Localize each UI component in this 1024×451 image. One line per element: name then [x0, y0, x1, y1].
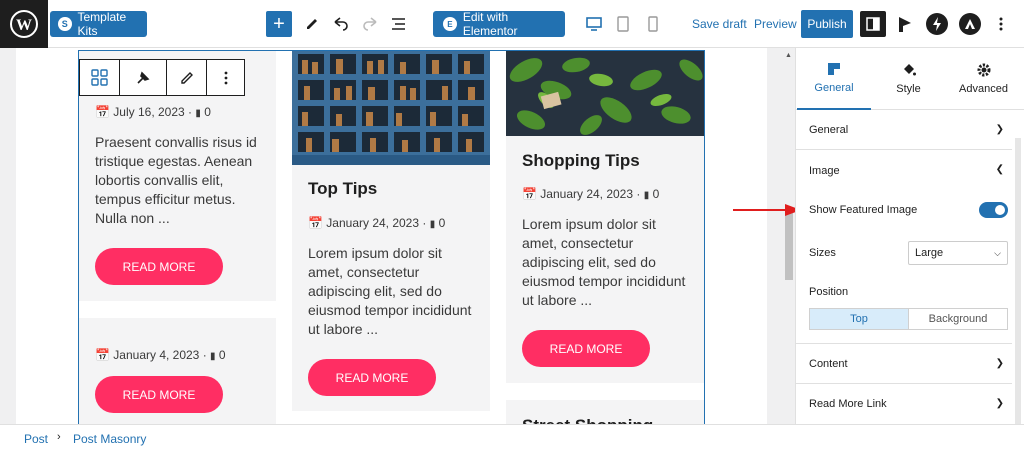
show-featured-image-label: Show Featured Image — [809, 204, 918, 216]
position-option-top[interactable]: Top — [809, 308, 909, 330]
drag-handle-icon[interactable] — [120, 60, 167, 95]
tab-general[interactable]: General — [797, 48, 871, 110]
bolt-plugin-icon[interactable] — [926, 13, 948, 35]
wordpress-logo-icon[interactable]: W — [0, 0, 48, 48]
tab-style[interactable]: Style — [871, 48, 946, 110]
editor-top-bar: W S Template Kits + E Edit with Elemento… — [0, 0, 1024, 48]
tab-advanced[interactable]: Advanced — [946, 48, 1021, 110]
edit-pencil-icon[interactable] — [167, 60, 207, 95]
panel-tabs: General Style Advanced — [796, 48, 1024, 110]
canvas-scrollbar[interactable]: ▲ — [782, 48, 795, 424]
section-image-label[interactable]: Image — [809, 165, 840, 177]
toggle-knob — [995, 205, 1005, 215]
svg-text:W: W — [16, 17, 32, 34]
paint-bucket-icon — [902, 63, 916, 77]
document-overview-icon[interactable] — [389, 13, 409, 35]
sizes-select[interactable]: Large ⌵ — [908, 241, 1008, 265]
section-read-more-link-label: Read More Link — [809, 398, 887, 410]
tab-style-label: Style — [896, 83, 921, 95]
save-draft-link[interactable]: Save draft — [692, 17, 747, 31]
position-label: Position — [809, 286, 849, 298]
chevron-down-icon: ⌵ — [994, 247, 1001, 258]
breadcrumb-item-post[interactable]: Post — [24, 432, 48, 446]
section-read-more-link[interactable]: Read More Link ❯ — [796, 384, 1012, 424]
breadcrumb: Post › Post Masonry — [0, 424, 1024, 451]
elementor-icon: E — [443, 17, 457, 31]
more-options-icon[interactable] — [991, 13, 1011, 35]
plugin-flag-icon[interactable] — [895, 13, 915, 35]
chevron-up-icon[interactable]: ❮ — [996, 164, 1004, 175]
astra-plugin-icon[interactable] — [959, 13, 981, 35]
publish-button[interactable]: Publish — [801, 10, 853, 38]
chevron-down-icon: ❯ — [995, 358, 1004, 369]
scrollbar-thumb[interactable] — [785, 210, 793, 280]
annotation-arrow-icon — [733, 204, 801, 216]
section-general-label: General — [809, 124, 849, 136]
tab-advanced-label: Advanced — [959, 83, 1008, 95]
edit-with-elementor-button[interactable]: E Edit with Elementor — [433, 10, 565, 38]
general-tab-icon — [828, 62, 840, 76]
scroll-up-arrow-icon[interactable]: ▲ — [785, 52, 792, 59]
plus-icon: + — [273, 12, 285, 35]
section-content[interactable]: Content ❯ — [796, 344, 1012, 384]
pencil-tool-icon[interactable] — [302, 13, 322, 35]
redo-icon[interactable] — [360, 13, 380, 35]
preview-link[interactable]: Preview — [754, 17, 797, 31]
sizes-selected-value: Large — [915, 247, 944, 259]
selected-block-outline — [78, 50, 705, 430]
add-block-button[interactable]: + — [266, 11, 292, 37]
block-options-icon[interactable] — [207, 60, 244, 95]
gear-icon — [977, 63, 991, 77]
section-content-label: Content — [809, 358, 848, 370]
desktop-view-icon[interactable] — [584, 13, 604, 35]
settings-panel: General Style Advanced General ❯ Image ❮… — [795, 48, 1024, 424]
template-kits-label: Template Kits — [77, 10, 127, 38]
section-general[interactable]: General ❯ — [796, 110, 1012, 150]
position-option-background[interactable]: Background — [909, 308, 1008, 330]
template-kits-button[interactable]: S Template Kits — [50, 10, 147, 38]
breadcrumb-item-post-masonry[interactable]: Post Masonry — [73, 432, 146, 446]
template-kits-icon: S — [58, 17, 72, 31]
show-featured-image-toggle[interactable] — [979, 202, 1008, 218]
block-toolbar — [79, 59, 245, 96]
chevron-down-icon: ❯ — [995, 124, 1004, 135]
mobile-view-icon[interactable] — [643, 13, 663, 35]
chevron-right-icon: › — [57, 431, 61, 443]
tab-general-label: General — [814, 82, 854, 94]
tablet-view-icon[interactable] — [613, 13, 633, 35]
undo-icon[interactable] — [331, 13, 351, 35]
chevron-down-icon: ❯ — [995, 398, 1004, 409]
block-type-icon[interactable] — [80, 60, 120, 95]
edit-with-elementor-label: Edit with Elementor — [462, 10, 518, 38]
settings-sidebar-toggle-icon[interactable] — [860, 11, 886, 37]
panel-scrollbar[interactable] — [1015, 138, 1021, 424]
sizes-label: Sizes — [809, 247, 836, 259]
